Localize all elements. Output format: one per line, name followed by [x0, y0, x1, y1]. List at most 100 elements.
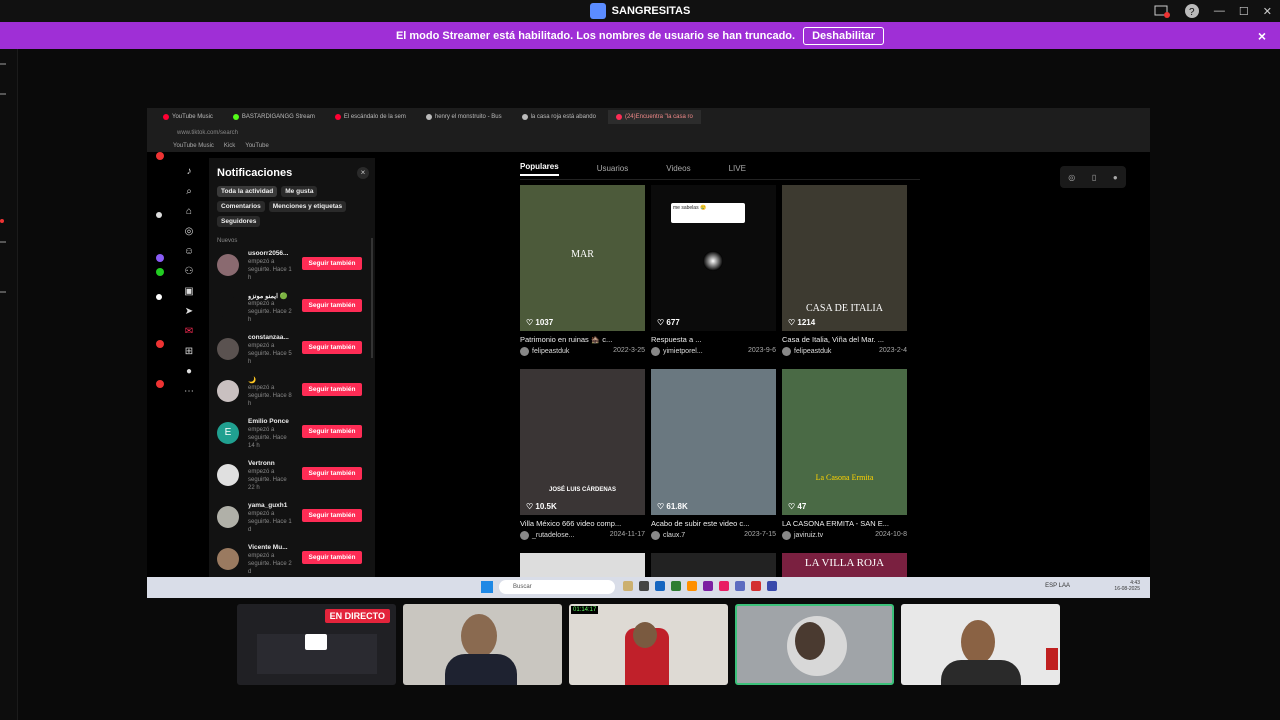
video-thumbnail[interactable]: La Casona Ermita ♡ 47	[782, 369, 907, 515]
screen-share-tile[interactable]: EN DIRECTO	[237, 604, 396, 685]
filter-chip[interactable]: Me gusta	[281, 186, 318, 197]
video-thumbnail[interactable]	[520, 553, 645, 577]
app-icon[interactable]	[687, 581, 697, 591]
start-icon[interactable]	[481, 581, 493, 593]
user-avatar-icon[interactable]: ●	[1113, 173, 1118, 182]
avatar[interactable]	[217, 548, 239, 570]
webcam-tile[interactable]: 01:14:17	[569, 604, 728, 685]
notification-row[interactable]: E Emilio Ponce empezó a seguirte. Hace 14 …	[217, 418, 365, 456]
bookmark-link[interactable]: Kick	[224, 143, 235, 149]
video-author[interactable]: javiruiz.tv	[782, 531, 823, 540]
filter-chip[interactable]: Seguidores	[217, 216, 261, 227]
app-icon[interactable]	[703, 581, 713, 591]
notification-username[interactable]: yama_guxh1	[248, 502, 308, 509]
notifications-scrollbar[interactable]	[371, 238, 373, 358]
browser-tab[interactable]: (24)Encuentra "la casa ro	[607, 110, 701, 124]
browser-tab[interactable]: la casa roja está abando	[514, 110, 604, 124]
check-icon[interactable]: ◎	[1068, 173, 1075, 182]
browser-tab[interactable]: BASTARDIGANGG Stream	[225, 110, 323, 124]
notification-username[interactable]: Vicente Mu...	[248, 544, 308, 551]
video-card[interactable]: La Casona Ermita ♡ 47 LA CASONA ERMITA - S…	[782, 369, 907, 540]
video-title[interactable]: Villa México 666 video comp...	[520, 519, 645, 528]
tray-lang[interactable]: ESP LAA	[1045, 583, 1070, 589]
video-thumbnail[interactable]: JOSÉ LUIS CÁRDENAS ♡ 10.5K	[520, 369, 645, 515]
video-author[interactable]: _rutadelose...	[520, 531, 574, 540]
follow-back-button[interactable]: Seguir también	[302, 383, 362, 396]
avatar[interactable]	[217, 338, 239, 360]
avatar[interactable]	[217, 380, 239, 402]
video-card[interactable]: CASA DE ITALIA ♡ 1214 Casa de Italia, Viña…	[782, 185, 907, 356]
filter-chip[interactable]: Toda la actividad	[217, 186, 278, 197]
video-card-partial[interactable]: LA VILLA ROJA	[782, 553, 907, 577]
friends-icon[interactable]: ⚇	[183, 266, 195, 278]
notification-row[interactable]: usoorr2056... empezó a seguirte. Hace 1 h…	[217, 250, 365, 288]
live-icon[interactable]: ▣	[183, 286, 195, 298]
video-author[interactable]: felipeastduk	[782, 347, 831, 356]
profile-icon[interactable]: ●	[183, 366, 195, 378]
filter-chip[interactable]: Comentarios	[217, 201, 265, 212]
banner-close-button[interactable]: ×	[1258, 28, 1266, 44]
search-tab[interactable]: Videos	[666, 164, 690, 173]
video-thumbnail[interactable]: ♡ 61.8K	[651, 369, 776, 515]
video-card-partial[interactable]	[651, 553, 776, 577]
video-thumbnail[interactable]: me sabelas 😢 ♡ 677	[651, 185, 776, 331]
phone-icon[interactable]: ▯	[1092, 173, 1096, 182]
avatar[interactable]	[217, 464, 239, 486]
disable-streamer-button[interactable]: Deshabilitar	[803, 26, 885, 45]
video-thumbnail[interactable]: LA VILLA ROJA	[782, 553, 907, 577]
avatar[interactable]: E	[217, 422, 239, 444]
app-icon[interactable]	[623, 581, 633, 591]
address-bar[interactable]: www.tiktok.com/search	[147, 126, 1150, 140]
bookmark-link[interactable]: YouTube Music	[173, 143, 214, 149]
video-card-partial[interactable]	[520, 553, 645, 577]
minimize-button[interactable]: —	[1214, 5, 1225, 17]
avatar[interactable]	[217, 296, 239, 318]
taskbar-search[interactable]: Buscar	[499, 580, 615, 594]
app-icon[interactable]	[735, 581, 745, 591]
webcam-tile[interactable]	[901, 604, 1060, 685]
messages-icon[interactable]: ✉	[183, 326, 195, 338]
maximize-button[interactable]: ☐	[1239, 5, 1249, 18]
notification-row[interactable]: 🌙 empezó a seguirte. Hace 8 h Seguir tambi…	[217, 376, 365, 414]
notification-username[interactable]: Vertronn	[248, 460, 308, 467]
tiktok-logo-icon[interactable]: ♪	[183, 166, 195, 178]
video-title[interactable]: Patrimonio en ruinas 🏚️ c...	[520, 335, 645, 344]
app-icon[interactable]	[639, 581, 649, 591]
explore-icon[interactable]: ◎	[183, 226, 195, 238]
search-icon[interactable]: ⌕	[183, 186, 195, 198]
video-author[interactable]: felipeastduk	[520, 347, 569, 356]
app-icon[interactable]	[655, 581, 665, 591]
upload-icon[interactable]: ⊞	[183, 346, 195, 358]
follow-back-button[interactable]: Seguir también	[302, 257, 362, 270]
search-tab[interactable]: LIVE	[729, 164, 746, 173]
notification-username[interactable]: usoorr2056...	[248, 250, 308, 257]
browser-tab[interactable]: YouTube Music	[155, 110, 221, 124]
notification-row[interactable]: Vertronn empezó a seguirte. Hace 22 h Segu…	[217, 460, 365, 498]
close-window-button[interactable]: ✕	[1263, 5, 1272, 18]
close-notifications-button[interactable]: ×	[357, 167, 369, 179]
notification-username[interactable]: ايمنو مونزو 🟢	[248, 292, 308, 300]
video-title[interactable]: LA CASONA ERMITA - SAN E...	[782, 519, 907, 528]
more-icon[interactable]: ⋯	[183, 386, 195, 398]
screen-share-icon[interactable]	[1154, 3, 1170, 19]
bookmark-link[interactable]: YouTube	[245, 143, 269, 149]
app-icon[interactable]	[751, 581, 761, 591]
browser-tab[interactable]: El escándalo de la sem	[327, 110, 414, 124]
notification-username[interactable]: 🌙	[248, 376, 308, 384]
webcam-tile-active[interactable]	[735, 604, 894, 685]
video-card[interactable]: ♡ 61.8K Acabo de subir este video c... cla…	[651, 369, 776, 540]
filter-chip[interactable]: Menciones y etiquetas	[268, 201, 347, 212]
video-thumbnail[interactable]: MAR ♡ 1037	[520, 185, 645, 331]
following-icon[interactable]: ☺	[183, 246, 195, 258]
video-author[interactable]: yimietporel...	[651, 347, 703, 356]
video-thumbnail[interactable]	[651, 553, 776, 577]
follow-back-button[interactable]: Seguir también	[302, 467, 362, 480]
follow-back-button[interactable]: Seguir también	[302, 341, 362, 354]
avatar[interactable]	[217, 254, 239, 276]
inbox-icon[interactable]: ➤	[183, 306, 195, 318]
app-icon[interactable]	[719, 581, 729, 591]
home-icon[interactable]: ⌂	[183, 206, 195, 218]
app-icon[interactable]	[767, 581, 777, 591]
follow-back-button[interactable]: Seguir también	[302, 551, 362, 564]
video-card[interactable]: MAR ♡ 1037 Patrimonio en ruinas 🏚️ c... fel…	[520, 185, 645, 356]
